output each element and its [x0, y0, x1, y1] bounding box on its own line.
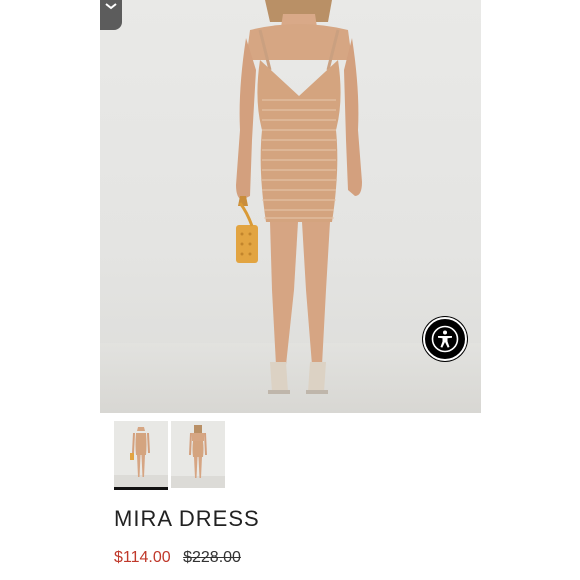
product-title: MIRA DRESS [114, 506, 260, 531]
product-main-image[interactable] [100, 0, 481, 413]
model-figure [236, 0, 362, 394]
gallery-menu-tab[interactable] [100, 0, 122, 30]
thumbnail-back-image [171, 421, 225, 488]
sale-price: $114.00 [114, 549, 171, 566]
chevron-icon [105, 3, 117, 10]
accessibility-person-icon [431, 325, 459, 353]
thumbnail-front-image [114, 421, 168, 487]
original-price: $228.00 [183, 549, 241, 566]
price-row: $114.00 $228.00 [114, 549, 241, 567]
thumbnail-back[interactable] [171, 421, 225, 488]
thumbnail-front[interactable] [114, 421, 168, 490]
accessibility-button[interactable] [423, 317, 467, 361]
